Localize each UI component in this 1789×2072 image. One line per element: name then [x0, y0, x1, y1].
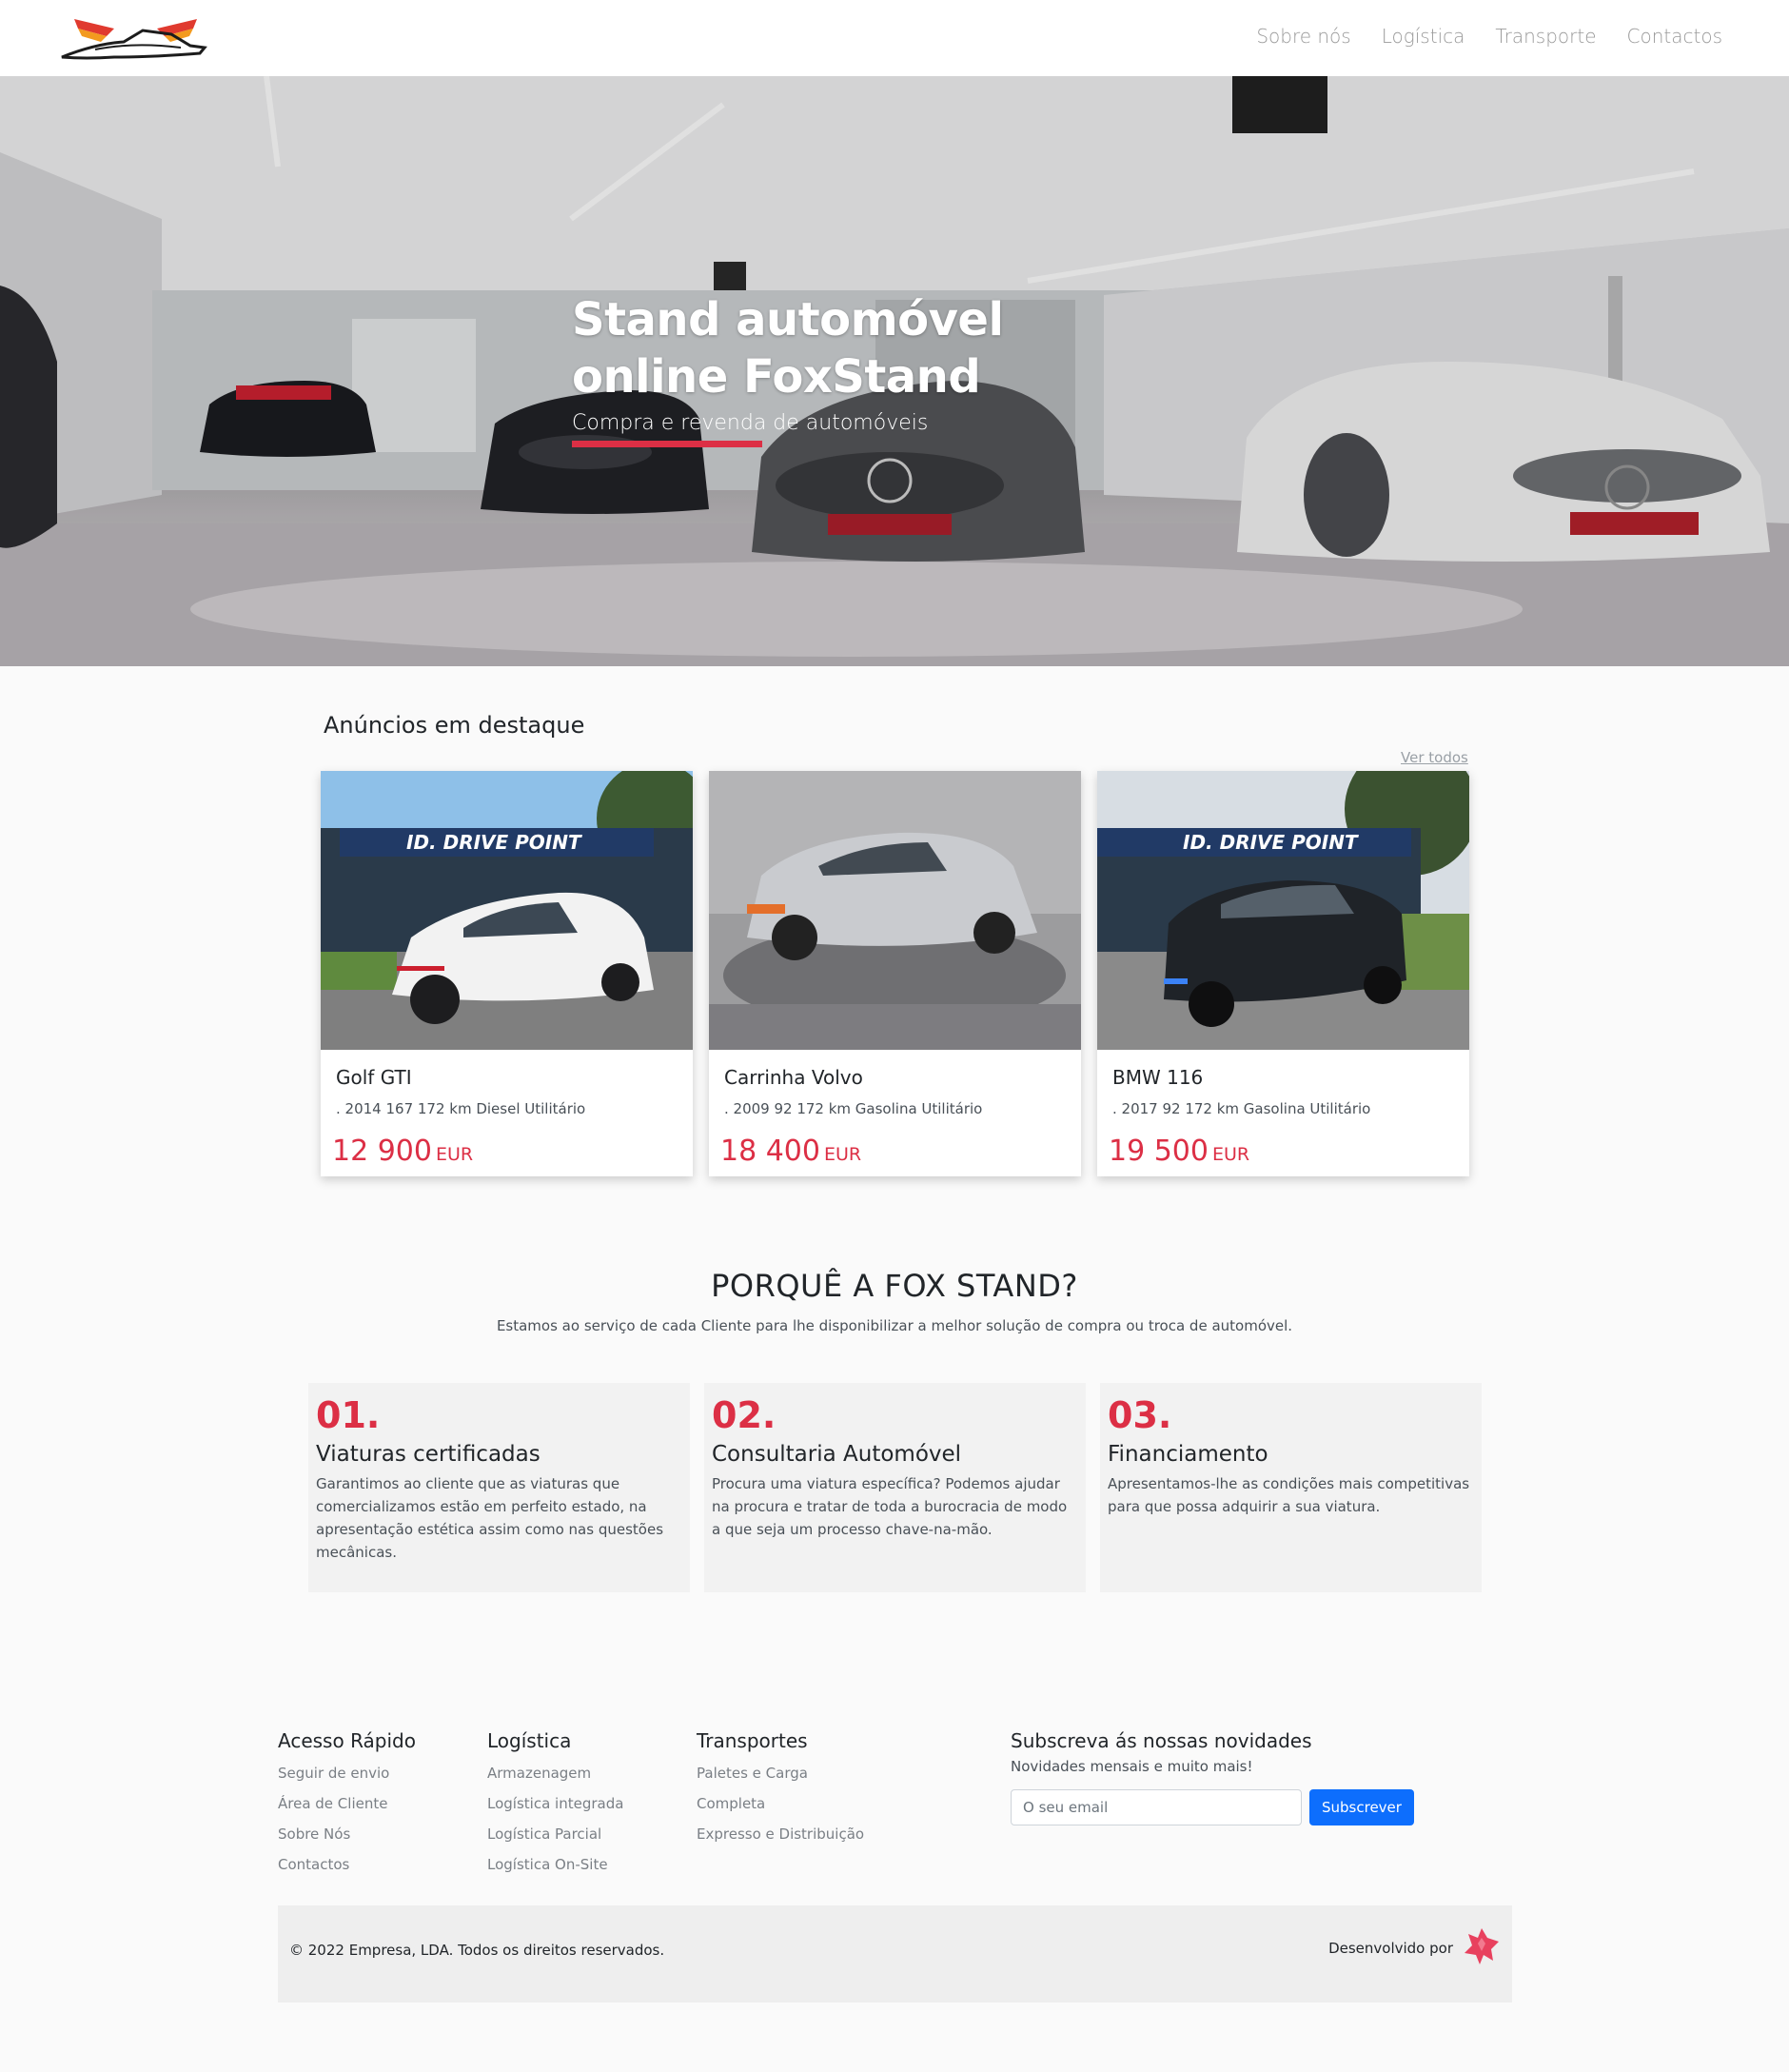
listing-card-carrinha-volvo[interactable]: Carrinha Volvo . 2009 92 172 km Gasolina…: [709, 771, 1081, 1176]
card-price: 18 400 EUR: [720, 1135, 861, 1168]
footer-link[interactable]: Sobre Nós: [278, 1819, 416, 1849]
card-info: . 2017 92 172 km Gasolina Utilitário: [1112, 1100, 1371, 1117]
nav-link-logistica[interactable]: Logística: [1382, 25, 1465, 48]
card-title[interactable]: Carrinha Volvo: [724, 1066, 863, 1089]
hero-accent-bar: [572, 441, 762, 447]
copyright: © 2022 Empresa, LDA. Todos os direitos r…: [289, 1942, 665, 1959]
winged-car-logo[interactable]: [57, 8, 214, 67]
nav-links: Sobre nós Logística Transporte Contactos: [1256, 25, 1722, 48]
footer-link[interactable]: Logística integrada: [487, 1788, 623, 1819]
hero-subtitle: Compra e revenda de automóveis: [572, 411, 929, 435]
why-subtitle: Estamos ao serviço de cada Cliente para …: [496, 1317, 1293, 1334]
why-title: PORQUÊ A FOX STAND?: [711, 1268, 1078, 1304]
price-value: 12 900: [332, 1135, 432, 1168]
card-price: 12 900 EUR: [332, 1135, 473, 1168]
card-title[interactable]: BMW 116: [1112, 1066, 1203, 1089]
footer-link[interactable]: Paletes e Carga: [697, 1758, 864, 1788]
email-input[interactable]: [1011, 1789, 1302, 1825]
feature-number: 03.: [1108, 1394, 1172, 1436]
feature-text: Procura uma viatura específica? Podemos …: [712, 1475, 1068, 1538]
nav-link-contactos[interactable]: Contactos: [1627, 25, 1722, 48]
feature-text: Garantimos ao cliente que as viaturas qu…: [316, 1475, 664, 1561]
hero-banner: Stand automóvel online FoxStand Compra e…: [0, 76, 1789, 666]
card-title[interactable]: Golf GTI: [336, 1066, 412, 1089]
car-photo[interactable]: ID. DRIVE POINT: [1097, 771, 1469, 1050]
card-price: 19 500 EUR: [1109, 1135, 1249, 1168]
footer-col-title: Acesso Rápido: [278, 1729, 416, 1752]
nav-link-sobre-nos[interactable]: Sobre nós: [1256, 25, 1350, 48]
navbar: Sobre nós Logística Transporte Contactos: [0, 0, 1789, 76]
feature-title: Financiamento: [1108, 1442, 1268, 1467]
footer-link[interactable]: Seguir de envio: [278, 1758, 416, 1788]
hero-title: Stand automóvel online FoxStand: [572, 293, 1004, 404]
subscribe-button[interactable]: Subscrever: [1309, 1789, 1414, 1825]
footer-col-title: Logística: [487, 1729, 572, 1752]
developer-credit: Desenvolvido por: [1328, 1926, 1501, 1970]
hero-text: Stand automóvel online FoxStand Compra e…: [572, 291, 1162, 447]
feature-number: 02.: [712, 1394, 777, 1436]
footer-col-title: Transportes: [697, 1729, 808, 1752]
footer-link[interactable]: Área de Cliente: [278, 1788, 416, 1819]
price-value: 19 500: [1109, 1135, 1209, 1168]
price-value: 18 400: [720, 1135, 820, 1168]
svg-text:ID. DRIVE POINT: ID. DRIVE POINT: [1183, 831, 1359, 854]
footer-link[interactable]: Completa: [697, 1788, 864, 1819]
footer-col-acesso-rapido: Acesso Rápido Seguir de envio Área de Cl…: [278, 1729, 416, 1880]
feature-number: 01.: [316, 1394, 381, 1436]
price-currency: EUR: [435, 1144, 474, 1165]
footer-link[interactable]: Logística Parcial: [487, 1819, 623, 1849]
nav-link-transporte[interactable]: Transporte: [1495, 25, 1596, 48]
footer-col-logistica: Logística Armazenagem Logística integrad…: [487, 1729, 623, 1880]
svg-text:ID. DRIVE POINT: ID. DRIVE POINT: [406, 831, 582, 854]
footer-link[interactable]: Contactos: [278, 1849, 416, 1880]
featured-cards: ID. DRIVE POINT Golf GTI . 2014 167 172 …: [321, 771, 1469, 1176]
newsletter-form: Subscrever: [1011, 1789, 1414, 1825]
feature-item: 01. Viaturas certificadas Garantimos ao …: [308, 1383, 690, 1592]
price-currency: EUR: [1211, 1144, 1250, 1165]
featured-title: Anúncios em destaque: [324, 712, 585, 739]
footer-link[interactable]: Logística On-Site: [487, 1849, 623, 1880]
card-info: . 2014 167 172 km Diesel Utilitário: [336, 1100, 586, 1117]
feature-text: Apresentamos-lhe as condições mais compe…: [1108, 1475, 1470, 1515]
footer-bottom-bar: © 2022 Empresa, LDA. Todos os direitos r…: [278, 1905, 1512, 2003]
car-photo[interactable]: ID. DRIVE POINT: [321, 771, 693, 1050]
footer-link[interactable]: Armazenagem: [487, 1758, 623, 1788]
feature-item: 02. Consultaria Automóvel Procura uma vi…: [704, 1383, 1086, 1592]
fox-head-icon[interactable]: [1463, 1926, 1501, 1970]
car-photo[interactable]: [709, 771, 1081, 1050]
footer-link[interactable]: Expresso e Distribuição: [697, 1819, 864, 1849]
card-info: . 2009 92 172 km Gasolina Utilitário: [724, 1100, 983, 1117]
price-currency: EUR: [823, 1144, 862, 1165]
footer-col-transportes: Transportes Paletes e Carga Completa Exp…: [697, 1729, 864, 1849]
feature-title: Viaturas certificadas: [316, 1442, 541, 1467]
newsletter: Subscreva ás nossas novidades Novidades …: [1011, 1729, 1414, 1825]
feature-list: 01. Viaturas certificadas Garantimos ao …: [308, 1383, 1482, 1592]
feature-item: 03. Financiamento Apresentamos-lhe as co…: [1100, 1383, 1482, 1592]
see-all-link[interactable]: Ver todos: [1401, 749, 1468, 766]
newsletter-title: Subscreva ás nossas novidades: [1011, 1729, 1312, 1752]
newsletter-subtitle: Novidades mensais e muito mais!: [1011, 1758, 1253, 1775]
listing-card-golf-gti[interactable]: ID. DRIVE POINT Golf GTI . 2014 167 172 …: [321, 771, 693, 1176]
feature-title: Consultaria Automóvel: [712, 1442, 962, 1467]
listing-card-bmw-116[interactable]: ID. DRIVE POINT BMW 116 . 2017 92 172 km…: [1097, 771, 1469, 1176]
developer-label: Desenvolvido por: [1328, 1940, 1453, 1957]
